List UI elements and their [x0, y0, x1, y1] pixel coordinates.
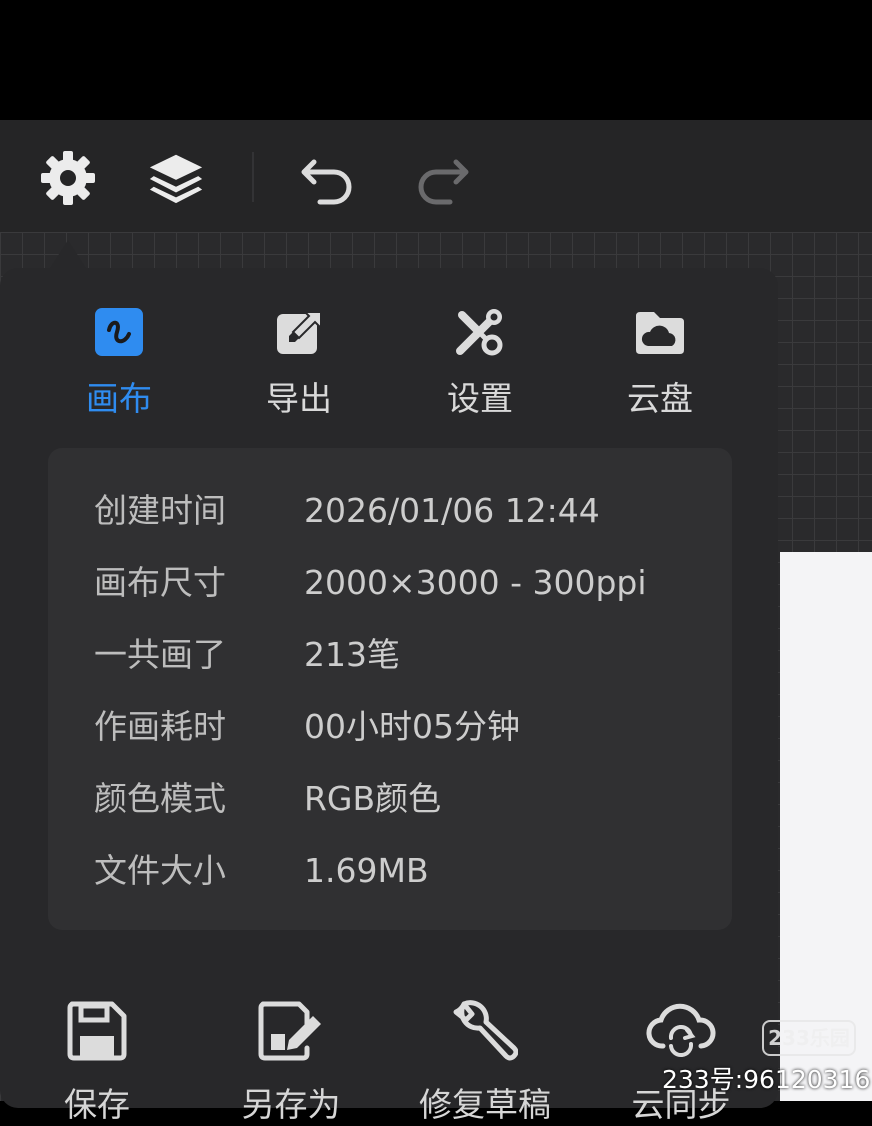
- layers-icon: [149, 154, 203, 204]
- repair-draft-label: 修复草稿: [419, 1085, 551, 1124]
- info-key: 一共画了: [94, 635, 226, 674]
- toolbar-divider: [252, 152, 254, 202]
- layers-button[interactable]: [146, 148, 206, 208]
- cloud-sync-icon: [646, 1003, 716, 1057]
- tab-settings-label: 设置: [447, 379, 513, 418]
- info-key: 创建时间: [94, 491, 226, 530]
- save-as-button[interactable]: 另存为: [216, 990, 366, 1124]
- gear-icon: [41, 151, 95, 205]
- info-key: 文件大小: [94, 851, 226, 890]
- repair-draft-button[interactable]: 修复草稿: [410, 990, 560, 1124]
- tab-cloud-drive[interactable]: 云盘: [585, 300, 735, 420]
- redo-button[interactable]: [412, 148, 472, 208]
- info-value: 2026/01/06 12:44: [304, 491, 600, 530]
- tools-icon: [456, 309, 503, 356]
- info-value: RGB颜色: [304, 779, 442, 818]
- info-value: 213笔: [304, 635, 400, 674]
- undo-button[interactable]: [298, 148, 358, 208]
- info-key: 画布尺寸: [94, 563, 226, 602]
- top-toolbar: [0, 120, 872, 232]
- popover-tabs: 画布 导出 设置 云盘: [0, 300, 778, 420]
- popover-caret: [50, 240, 86, 268]
- canvas-icon: [95, 308, 143, 356]
- wrench-icon: [453, 1000, 518, 1061]
- save-button[interactable]: 保存: [22, 990, 172, 1124]
- info-value: 00小时05分钟: [304, 707, 520, 746]
- canvas-info-card: 创建时间 2026/01/06 12:44 画布尺寸 2000×3000 - 3…: [48, 448, 732, 930]
- watermark-id: 233号:96120316: [662, 1065, 871, 1094]
- tab-canvas[interactable]: 画布: [44, 300, 194, 420]
- save-as-icon: [258, 1001, 321, 1061]
- tab-export[interactable]: 导出: [224, 300, 374, 420]
- info-key: 作画耗时: [94, 707, 226, 746]
- undo-icon: [301, 159, 352, 205]
- drawing-canvas[interactable]: [780, 552, 872, 1101]
- tab-cloud-drive-label: 云盘: [627, 379, 693, 418]
- redo-icon: [418, 159, 469, 205]
- save-icon: [67, 1001, 127, 1061]
- export-icon: [277, 311, 322, 354]
- status-bar-area: [0, 0, 872, 120]
- info-key: 颜色模式: [94, 779, 226, 818]
- tab-canvas-label: 画布: [86, 379, 152, 418]
- tab-export-label: 导出: [266, 379, 332, 418]
- save-as-label: 另存为: [241, 1085, 341, 1124]
- watermark-logo: 233乐园: [762, 1020, 856, 1056]
- settings-button[interactable]: [38, 148, 98, 208]
- tab-settings[interactable]: 设置: [405, 300, 555, 420]
- cloud-drive-icon: [636, 312, 684, 354]
- save-label: 保存: [64, 1085, 130, 1124]
- info-value: 2000×3000 - 300ppi: [304, 563, 647, 602]
- info-value: 1.69MB: [304, 851, 429, 890]
